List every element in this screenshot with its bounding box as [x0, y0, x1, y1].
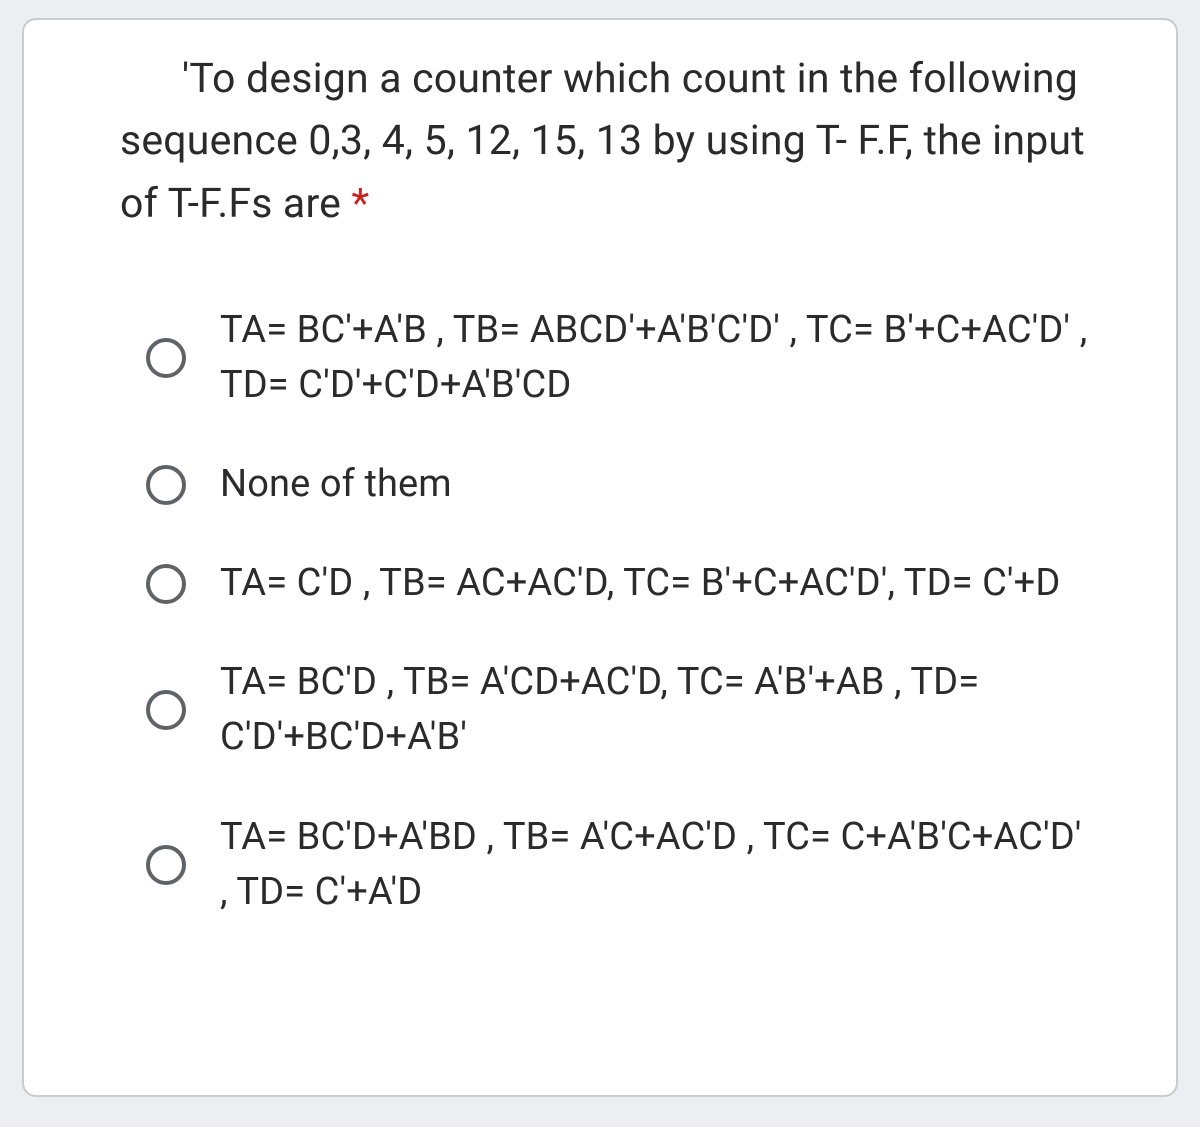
radio-icon[interactable] — [146, 338, 186, 378]
option-5[interactable]: TA= BC'D+A'BD , TB= A'C+AC'D , TC= C+A'B… — [146, 810, 1096, 920]
option-label: TA= BC'D , TB= A'CD+AC'D, TC= A'B'+AB , … — [220, 655, 1096, 765]
option-label: TA= BC'D+A'BD , TB= A'C+AC'D , TC= C+A'B… — [220, 810, 1096, 920]
question-text: 'To design a counter which count in the … — [120, 48, 1096, 235]
radio-icon[interactable] — [146, 465, 186, 505]
options-group: TA= BC'+A'B , TB= ABCD'+A'B'C'D' , TC= B… — [146, 303, 1096, 920]
option-4[interactable]: TA= BC'D , TB= A'CD+AC'D, TC= A'B'+AB , … — [146, 655, 1096, 765]
radio-icon[interactable] — [146, 690, 186, 730]
radio-icon[interactable] — [146, 564, 186, 604]
option-1[interactable]: TA= BC'+A'B , TB= ABCD'+A'B'C'D' , TC= B… — [146, 303, 1096, 413]
option-label: TA= BC'+A'B , TB= ABCD'+A'B'C'D' , TC= B… — [220, 303, 1096, 413]
option-label: TA= C'D , TB= AC+AC'D, TC= B'+C+AC'D', T… — [220, 556, 1060, 611]
question-body: 'To design a counter which count in the … — [120, 55, 1085, 228]
question-card: 'To design a counter which count in the … — [22, 18, 1178, 1097]
option-3[interactable]: TA= C'D , TB= AC+AC'D, TC= B'+C+AC'D', T… — [146, 556, 1096, 611]
option-label: None of them — [220, 457, 452, 512]
option-2[interactable]: None of them — [146, 457, 1096, 512]
radio-icon[interactable] — [146, 845, 186, 885]
required-marker: * — [351, 180, 369, 228]
